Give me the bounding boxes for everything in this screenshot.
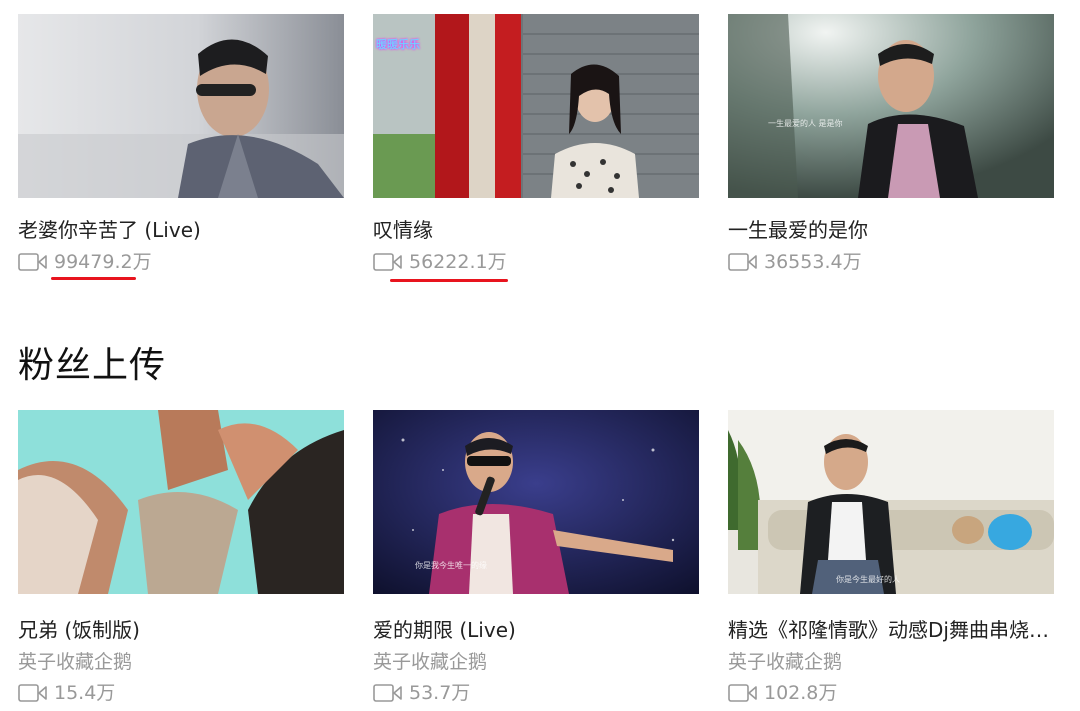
view-count: 53.7万 [373, 681, 470, 705]
view-count-value: 36553.4万 [764, 251, 862, 273]
view-count-value: 56222.1万 [409, 251, 507, 273]
video-title[interactable]: 兄弟 (饭制版) [18, 617, 344, 643]
channel-logo: 暖暖乐乐 [376, 38, 420, 51]
video-card[interactable]: 兄弟 (饭制版) 英子收藏企鹅 15.4万 [18, 410, 344, 704]
video-camera-icon [18, 684, 48, 702]
video-title[interactable]: 精选《祁隆情歌》动感Dj舞曲串烧 ... [728, 617, 1054, 643]
uploader-name[interactable]: 英子收藏企鹅 [373, 650, 487, 674]
view-count: 36553.4万 [728, 250, 862, 274]
view-count: 102.8万 [728, 681, 837, 705]
video-thumbnail[interactable]: 你是我今生唯一的缘 [373, 410, 699, 594]
video-title[interactable]: 老婆你辛苦了 (Live) [18, 217, 344, 243]
view-count-value: 53.7万 [409, 682, 471, 704]
video-camera-icon [728, 253, 758, 271]
view-count: 15.4万 [18, 681, 115, 705]
annotation-underline [390, 279, 508, 282]
view-count-value: 99479.2万 [54, 251, 152, 273]
video-title[interactable]: 爱的期限 (Live) [373, 617, 699, 643]
video-thumbnail[interactable]: 你是今生最好的人 [728, 410, 1054, 594]
view-count-value: 15.4万 [54, 682, 116, 704]
subtitle-overlay: 你是我今生唯一的缘 [415, 561, 487, 570]
video-title[interactable]: 一生最爱的是你 [728, 217, 1054, 243]
view-count: 99479.2万 [18, 250, 152, 274]
video-thumbnail[interactable]: 一生最爱的人 是是你 [728, 14, 1054, 198]
view-count: 56222.1万 [373, 250, 507, 274]
video-thumbnail[interactable] [18, 410, 344, 594]
video-camera-icon [373, 684, 403, 702]
video-camera-icon [18, 253, 48, 271]
subtitle-overlay: 你是今生最好的人 [836, 575, 900, 584]
uploader-name[interactable]: 英子收藏企鹅 [18, 650, 132, 674]
video-camera-icon [373, 253, 403, 271]
video-card[interactable]: 一生最爱的人 是是你 一生最爱的是你 36553.4万 [728, 14, 1054, 273]
video-thumbnail[interactable]: 暖暖乐乐 [373, 14, 699, 198]
video-card[interactable]: 你是今生最好的人 精选《祁隆情歌》动感Dj舞曲串烧 ... 英子收藏企鹅 102… [728, 410, 1054, 704]
annotation-underline [51, 277, 136, 280]
video-title[interactable]: 叹情缘 [373, 217, 699, 243]
video-card[interactable]: 老婆你辛苦了 (Live) 99479.2万 [18, 14, 344, 280]
subtitle-overlay: 一生最爱的人 是是你 [768, 119, 843, 128]
video-card[interactable]: 暖暖乐乐 叹情缘 56222.1万 [373, 14, 699, 282]
view-count-value: 102.8万 [764, 682, 838, 704]
uploader-name[interactable]: 英子收藏企鹅 [728, 650, 842, 674]
video-camera-icon [728, 684, 758, 702]
section-title: 粉丝上传 [18, 345, 167, 386]
video-card[interactable]: 你是我今生唯一的缘 爱的期限 (Live) 英子收藏企鹅 53.7万 [373, 410, 699, 704]
video-thumbnail[interactable] [18, 14, 344, 198]
